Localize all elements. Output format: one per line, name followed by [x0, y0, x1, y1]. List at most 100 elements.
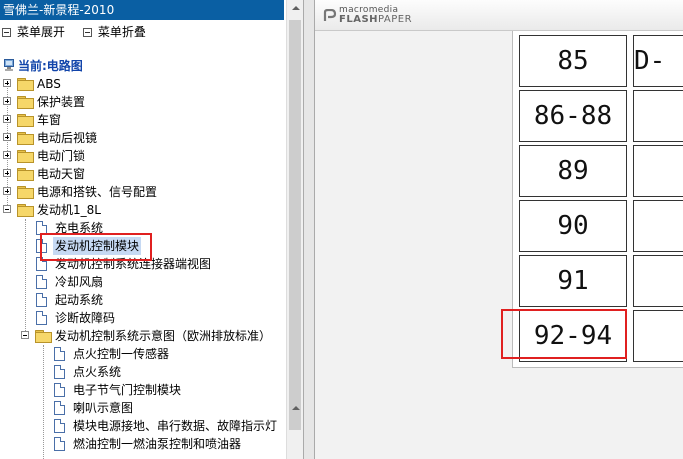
tree-scrollbar[interactable]: [286, 0, 304, 459]
tree-label: 发动机1_8L: [37, 203, 101, 217]
tree-item-engine-control-module[interactable]: 发动机控制模块: [0, 237, 280, 255]
document-icon: [54, 437, 65, 451]
brand-paper: PAPER: [378, 14, 413, 25]
tree-label: 模块电源接地、串行数据、故障指示灯: [73, 419, 278, 433]
tree-folder-engine-schematics[interactable]: 发动机控制系统示意图（欧洲排放标准）: [0, 327, 286, 345]
tree-label: 发动机控制系统示意图（欧洲排放标准）: [55, 329, 272, 343]
table-cell: 90: [519, 200, 627, 252]
tree-label: ABS: [37, 77, 61, 91]
expand-toggle-icon[interactable]: [3, 187, 11, 195]
table-cell: 85: [519, 35, 627, 87]
brand-flashpaper: FLASHPAPER: [339, 14, 412, 25]
collapse-menu-label: 菜单折叠: [97, 25, 146, 39]
tree-item-connector-views[interactable]: 发动机控制系统连接器端视图: [0, 255, 280, 273]
tree-item-ignition-sensor[interactable]: 点火控制一传感器: [0, 345, 286, 363]
navigation-pane: 雪佛兰-新景程-2010 菜单展开 菜单折叠 当前:电路图 ABS 保护装置 车…: [0, 0, 286, 459]
tree-folder-protection[interactable]: 保护装置: [0, 93, 280, 111]
document-icon: [36, 239, 47, 253]
scroll-up-icon[interactable]: [287, 0, 304, 17]
document-icon: [36, 221, 47, 235]
tree-item-starting-system[interactable]: 起动系统: [0, 291, 280, 309]
tree-label: 冷却风扇: [55, 275, 104, 289]
document-icon: [36, 311, 47, 325]
expand-toggle-icon[interactable]: [3, 133, 11, 141]
folder-icon: [17, 96, 34, 109]
folder-icon: [17, 168, 34, 181]
brand-flash: FLASH: [339, 14, 379, 25]
expand-toggle-icon[interactable]: [3, 151, 11, 159]
collapse-menu-button[interactable]: 菜单折叠: [82, 22, 146, 42]
tree-item-charging-system[interactable]: 充电系统: [0, 219, 280, 237]
tree-folder-power-ground[interactable]: 电源和搭铁、信号配置: [0, 183, 280, 201]
expand-icon: [2, 27, 11, 37]
document-icon: [36, 293, 47, 307]
tree-current-node[interactable]: 当前:电路图: [0, 57, 280, 75]
tree-label: 保护装置: [37, 95, 86, 109]
tree-folder-abs[interactable]: ABS: [0, 75, 280, 93]
tree-label: 电源和搭铁、信号配置: [37, 185, 158, 199]
menu-row: 菜单展开 菜单折叠: [0, 22, 158, 42]
table-cell: [633, 145, 683, 197]
tree-item-cooling-fan[interactable]: 冷却风扇: [0, 273, 280, 291]
folder-icon: [17, 186, 34, 199]
folder-icon: [17, 78, 34, 91]
collapse-toggle-icon[interactable]: [21, 331, 29, 339]
tree-label: 电子节气门控制模块: [73, 383, 182, 397]
tree-label: 电动后视镜: [37, 131, 98, 145]
scrollbar-thumb[interactable]: [289, 20, 301, 430]
expand-toggle-icon[interactable]: [3, 115, 11, 123]
expand-toggle-icon[interactable]: [3, 79, 11, 87]
tree-item-module-power[interactable]: 模块电源接地、串行数据、故障指示灯: [0, 417, 286, 435]
table-cell: D-: [633, 35, 683, 87]
table-cell: 92-94: [519, 310, 627, 362]
table-cell: 89: [519, 145, 627, 197]
document-viewer: macromedia FLASHPAPER 85 D- 86-88 89 90 …: [315, 0, 683, 459]
tree-label: 点火系统: [73, 365, 122, 379]
tree-label: 起动系统: [55, 293, 104, 307]
document-page: 85 D- 86-88 89 90 91 92-94: [501, 31, 683, 368]
folder-icon: [17, 114, 34, 127]
table-cell: [633, 255, 683, 307]
tree-folder-windows[interactable]: 车窗: [0, 111, 280, 129]
tree-label: 喇叭示意图: [73, 401, 134, 415]
tree-label: 电动门锁: [37, 149, 86, 163]
expand-toggle-icon[interactable]: [3, 169, 11, 177]
tree-label-selected: 发动机控制模块: [53, 237, 142, 255]
expand-menu-button[interactable]: 菜单展开: [2, 22, 65, 42]
tree-folder-door-locks[interactable]: 电动门锁: [0, 147, 280, 165]
expand-menu-label: 菜单展开: [17, 25, 66, 39]
document-icon: [54, 401, 65, 415]
tree-label: 电动天窗: [37, 167, 86, 181]
tree-folder-engine[interactable]: 发动机1_8L: [0, 201, 280, 219]
scroll-arrow-icon[interactable]: [287, 398, 304, 428]
expand-toggle-icon[interactable]: [3, 97, 11, 105]
tree-folder-mirrors[interactable]: 电动后视镜: [0, 129, 280, 147]
tree-label: 点火控制一传感器: [73, 347, 170, 361]
table-cell: [633, 200, 683, 252]
tree-label: 燃油控制一燃油泵控制和喷油器: [73, 437, 242, 451]
collapse-toggle-icon[interactable]: [3, 205, 11, 213]
tree-item-throttle-control[interactable]: 电子节气门控制模块: [0, 381, 286, 399]
tree-item-horn[interactable]: 喇叭示意图: [0, 399, 286, 417]
computer-icon: [4, 59, 14, 71]
folder-open-icon: [17, 204, 34, 217]
folder-icon: [17, 150, 34, 163]
current-view-label: 当前:电路图: [18, 59, 83, 73]
collapse-icon: [82, 27, 92, 37]
folder-icon: [17, 132, 34, 145]
tree-label: 发动机控制系统连接器端视图: [55, 257, 212, 271]
macromedia-logo-icon: [323, 9, 337, 21]
tree-item-fuel-control[interactable]: 燃油控制一燃油泵控制和喷油器: [0, 435, 286, 453]
tree-label: 车窗: [37, 113, 62, 127]
tree-folder-sunroof[interactable]: 电动天窗: [0, 165, 280, 183]
document-icon: [36, 257, 47, 271]
pane-splitter[interactable]: [303, 0, 315, 459]
table-cell: [633, 310, 683, 362]
tree-item-ignition-system[interactable]: 点火系统: [0, 363, 286, 381]
table-cell: 86-88: [519, 90, 627, 142]
folder-open-icon: [35, 330, 52, 343]
tree-label: 充电系统: [55, 221, 104, 235]
table-cell: 91: [519, 255, 627, 307]
viewer-toolbar: macromedia FLASHPAPER: [315, 0, 683, 31]
tree-item-diagnostic-codes[interactable]: 诊断故障码: [0, 309, 280, 327]
